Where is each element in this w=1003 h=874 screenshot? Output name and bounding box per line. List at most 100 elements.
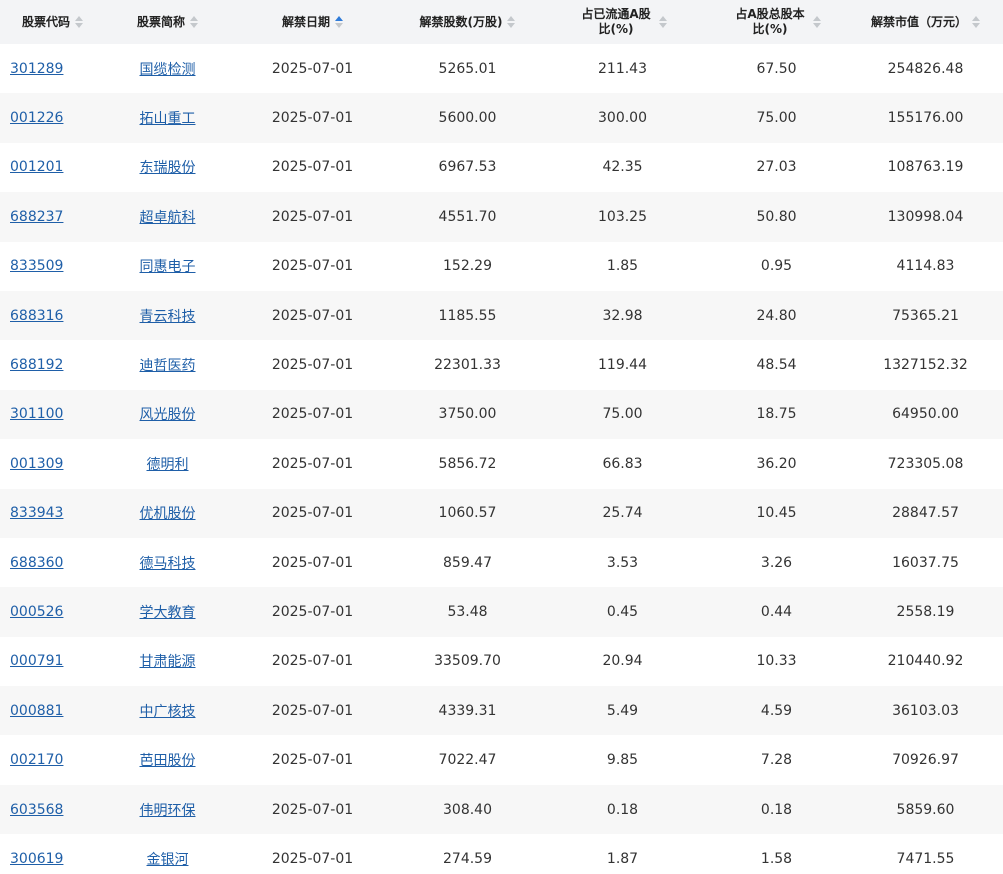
cell-total-ratio: 1.58: [760, 850, 793, 867]
column-header-float-ratio[interactable]: 占已流通A股比(%): [540, 0, 705, 44]
stock-name-link[interactable]: 优机股份: [140, 506, 196, 522]
table-row: 002170 芭田股份 2025-07-01 7022.47 9.85 7.28 70926…: [0, 735, 1003, 784]
sort-icon[interactable]: [972, 16, 980, 28]
cell-code: 000791: [0, 637, 105, 686]
stock-name-link[interactable]: 德明利: [147, 457, 189, 473]
cell-date: 2025-07-01: [230, 784, 395, 835]
cell-market-value: 16037.75: [892, 554, 959, 571]
cell-date: 2025-07-01: [271, 752, 354, 769]
stock-name-link[interactable]: 中广核技: [140, 704, 196, 720]
cell-shares: 7022.47: [438, 752, 497, 769]
cell-shares: 1185.55: [395, 290, 540, 341]
cell-shares: 5600.00: [395, 93, 540, 143]
column-header-shares[interactable]: 解禁股数(万股): [395, 0, 540, 44]
cell-float-ratio: 5.49: [540, 686, 705, 736]
cell-market-value: 4114.83: [896, 258, 955, 275]
cell-total-ratio: 48.54: [756, 357, 797, 374]
cell-name: 迪哲医药: [105, 340, 230, 389]
cell-name: 学大教育: [105, 587, 230, 637]
sort-icon[interactable]: [659, 16, 667, 28]
stock-name-link[interactable]: 迪哲医药: [140, 358, 196, 374]
cell-name: 超卓航科: [105, 192, 230, 242]
sort-icon[interactable]: [75, 16, 83, 28]
cell-float-ratio: 300.00: [540, 93, 705, 143]
stock-name-link[interactable]: 风光股份: [140, 407, 196, 423]
stock-code-link[interactable]: 833509: [10, 258, 63, 274]
cell-float-ratio: 9.85: [606, 752, 639, 769]
cell-code: 000881: [0, 686, 105, 736]
column-header-market-value[interactable]: 解禁市值（万元）: [848, 0, 1003, 44]
cell-name: 德明利: [105, 439, 230, 488]
cell-total-ratio: 27.03: [756, 159, 797, 176]
stock-name-link[interactable]: 芭田股份: [140, 753, 196, 769]
column-header-code[interactable]: 股票代码: [0, 0, 105, 44]
table-row: 603568 伟明环保 2025-07-01 308.40 0.18 0.18 5859.6…: [0, 784, 1003, 835]
column-header-label: 解禁股数(万股): [419, 14, 503, 29]
stock-code-link[interactable]: 000526: [10, 604, 63, 620]
stock-code-link[interactable]: 688360: [10, 555, 63, 571]
column-header-date[interactable]: 解禁日期: [230, 0, 395, 44]
column-header-name[interactable]: 股票简称: [105, 0, 230, 44]
sort-icon[interactable]: [507, 16, 516, 28]
cell-total-ratio: 0.18: [705, 784, 848, 835]
stock-name-link[interactable]: 青云科技: [140, 309, 196, 325]
stock-code-link[interactable]: 688316: [10, 308, 63, 324]
stock-code-link[interactable]: 301100: [10, 406, 63, 422]
table-row: 000881 中广核技 2025-07-01 4339.31 5.49 4.59 36103…: [0, 686, 1003, 736]
stock-name-link[interactable]: 国缆检测: [140, 62, 196, 78]
table-row: 301289 国缆检测 2025-07-01 5265.01 211.43 67.50 25…: [0, 44, 1003, 93]
table-row: 001309 德明利 2025-07-01 5856.72 66.83 36.20 7233…: [0, 439, 1003, 488]
cell-code: 688360: [0, 538, 105, 587]
stock-name-link[interactable]: 金银河: [147, 852, 189, 868]
cell-total-ratio: 36.20: [756, 455, 797, 472]
stock-code-link[interactable]: 833943: [10, 505, 63, 521]
stock-name-link[interactable]: 德马科技: [140, 556, 196, 572]
stock-code-link[interactable]: 000791: [10, 653, 63, 669]
cell-code: 688316: [0, 290, 105, 341]
cell-float-ratio: 25.74: [540, 488, 705, 538]
stock-code-link[interactable]: 603568: [10, 802, 63, 818]
stock-code-link[interactable]: 002170: [10, 752, 63, 768]
cell-shares: 5265.01: [438, 60, 497, 77]
column-header-label: 股票简称: [136, 14, 185, 29]
stock-code-link[interactable]: 001226: [10, 110, 63, 126]
cell-code: 001201: [0, 143, 105, 192]
stock-name-link[interactable]: 拓山重工: [140, 111, 196, 127]
cell-total-ratio: 10.45: [705, 488, 848, 538]
cell-market-value: 254826.48: [887, 60, 964, 77]
stock-code-link[interactable]: 301289: [10, 61, 63, 77]
cell-code: 001226: [0, 93, 105, 143]
cell-name: 优机股份: [105, 488, 230, 538]
cell-name: 芭田股份: [105, 735, 230, 784]
stock-name-link[interactable]: 甘肃能源: [140, 654, 196, 670]
table-row: 688316 青云科技 2025-07-01 1185.55 32.98 24.80 753…: [0, 290, 1003, 341]
stock-name-link[interactable]: 超卓航科: [140, 210, 196, 226]
sort-icon[interactable]: [813, 16, 821, 28]
cell-date: 2025-07-01: [230, 93, 395, 143]
stock-code-link[interactable]: 001201: [10, 159, 63, 175]
table-row: 300619 金银河 2025-07-01 274.59 1.87 1.58 7471.55: [0, 834, 1003, 874]
cell-code: 300619: [0, 834, 105, 874]
stock-name-link[interactable]: 东瑞股份: [140, 160, 196, 176]
cell-total-ratio: 67.50: [756, 60, 797, 77]
cell-shares: 3750.00: [395, 389, 540, 440]
cell-shares: 4339.31: [395, 686, 540, 736]
cell-market-value: 108763.19: [887, 159, 964, 176]
cell-date: 2025-07-01: [230, 192, 395, 242]
stock-code-link[interactable]: 300619: [10, 851, 63, 867]
stock-code-link[interactable]: 000881: [10, 703, 63, 719]
stock-code-link[interactable]: 001309: [10, 456, 63, 472]
sort-icon[interactable]: [190, 16, 198, 28]
column-header-total-ratio[interactable]: 占A股总股本比(%): [705, 0, 848, 44]
cell-date: 2025-07-01: [271, 850, 354, 867]
cell-float-ratio: 32.98: [540, 290, 705, 341]
header-row: 股票代码 股票简称 解禁日期 解禁股数(万股) 占已流通A股比(%) 占A股总股…: [0, 0, 1003, 44]
stock-name-link[interactable]: 伟明环保: [140, 803, 196, 819]
cell-code: 000526: [0, 587, 105, 637]
stock-code-link[interactable]: 688192: [10, 357, 63, 373]
stock-code-link[interactable]: 688237: [10, 209, 63, 225]
stock-name-link[interactable]: 学大教育: [140, 605, 196, 621]
stock-name-link[interactable]: 同惠电子: [140, 259, 196, 275]
cell-date: 2025-07-01: [271, 258, 354, 275]
sort-asc-icon[interactable]: [335, 16, 343, 28]
